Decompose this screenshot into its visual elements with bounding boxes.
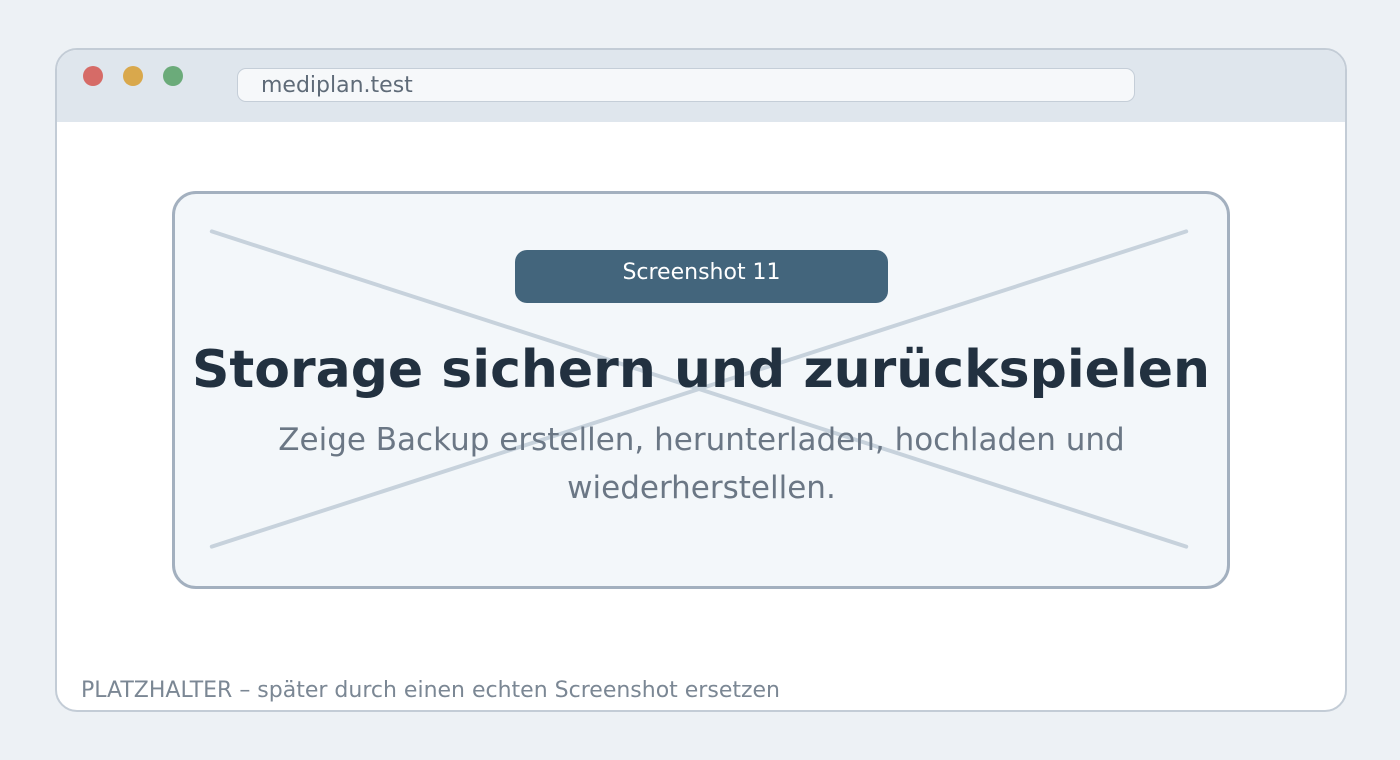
address-bar[interactable]: mediplan.test (237, 68, 1135, 102)
placeholder-title: Storage sichern und zurückspielen (191, 340, 1211, 400)
placeholder-description: Zeige Backup erstellen, herunterladen, h… (278, 422, 1125, 506)
address-text: mediplan.test (261, 73, 413, 98)
placeholder-footer-note: PLATZHALTER – später durch einen echten … (81, 678, 781, 703)
screenshot-placeholder: Screenshot 11 Storage sichern und zurück… (172, 191, 1230, 589)
screenshot-badge: Screenshot 11 (515, 250, 888, 303)
browser-titlebar: mediplan.test (57, 50, 1345, 122)
close-window-button[interactable] (83, 66, 103, 86)
zoom-window-button[interactable] (163, 66, 183, 86)
minimize-window-button[interactable] (123, 66, 143, 86)
browser-window: mediplan.test Screenshot 11 Storage sich… (55, 48, 1347, 712)
